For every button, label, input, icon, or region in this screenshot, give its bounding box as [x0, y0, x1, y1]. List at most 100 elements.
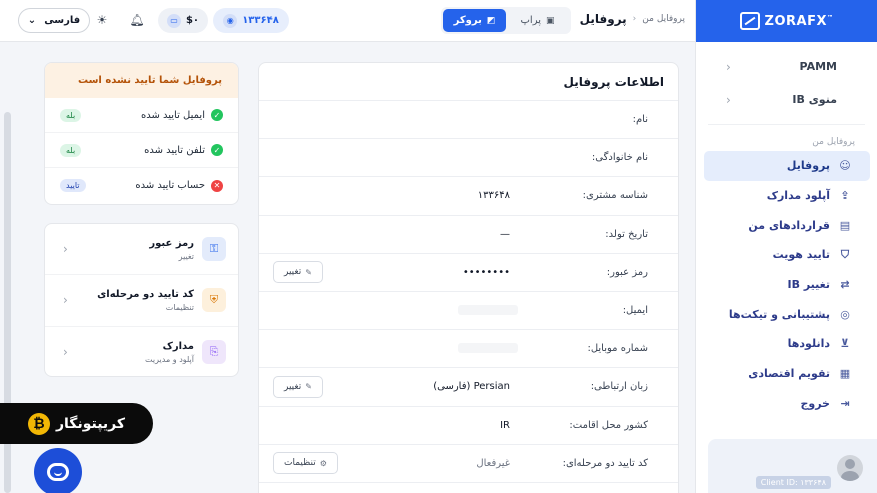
field-label: شناسه مشتری: [582, 190, 648, 202]
account-id-pill[interactable]: ◉ ۱۳۳۶۴۸ [213, 8, 289, 33]
shield-icon: ⛨ [202, 288, 226, 313]
sidebar-item-label: تایید هویت [772, 248, 830, 262]
chat-launcher-button[interactable] [34, 448, 82, 493]
field-label: نام خانوادگی: [591, 152, 648, 164]
file-upload-icon: ⇪ [840, 189, 850, 203]
sidebar-item-label: تقویم اقتصادی [748, 367, 830, 381]
chat-bubble-icon [47, 463, 69, 481]
profile-row-email: ایمیل: [259, 292, 678, 331]
verification-label: ایمیل تایید شده [140, 109, 205, 121]
field-value: غیرفعال [476, 457, 510, 469]
field-label: نام: [632, 114, 648, 126]
verification-label: حساب تایید شده [135, 180, 205, 191]
sidebar-item-label: دانلودها [787, 337, 830, 351]
chevron-left-icon: ‹ [726, 92, 731, 107]
verification-label: تلفن تایید شده [144, 144, 205, 156]
user-circle-icon: ☺ [839, 159, 851, 173]
sidebar-item-upload-documents[interactable]: ⇪ آپلود مدارک [704, 181, 870, 211]
sidebar: ZORAFX™ PAMM ‹ منوی IB ‹ پروفایل من ☺ پر… [695, 0, 877, 493]
profile-row-last-name: نام خانوادگی: [259, 139, 678, 178]
camera-icon: ▣ [546, 15, 555, 26]
field-value: Persian (فارسی) [433, 381, 510, 393]
field-label: تاریخ تولد: [605, 228, 648, 240]
sidebar-item-label: پروفایل [786, 159, 830, 173]
sidebar-item-support-tickets[interactable]: ◎ پشتیبانی و تیکت‌ها [704, 299, 870, 329]
sidebar-item-change-ib[interactable]: ⇄ تغییر IB [704, 270, 870, 300]
breadcrumb-separator-icon: ‹ [632, 14, 637, 24]
two-factor-settings-button[interactable]: ⚙ تنظیمات [273, 452, 338, 475]
edit-icon: ✎ [305, 267, 312, 277]
verification-row-email: ✓ ایمیل تایید شده بله [45, 98, 238, 133]
link-title: مدارک [162, 340, 194, 352]
field-label: کد تایید دو مرحله‌ای: [562, 457, 648, 469]
profile-row-customer-id: شناسه مشتری: ۱۳۳۶۴۸ [259, 177, 678, 216]
x-circle-icon: ✕ [211, 179, 223, 192]
sidebar-item-profile[interactable]: ☺ پروفایل [704, 151, 870, 181]
security-link-two-factor[interactable]: ⛨ کد تایید دو مرحله‌ای تنظیمات ‹ [45, 275, 238, 327]
status-badge: بله [60, 143, 82, 157]
download-icon: ⊻ [840, 337, 850, 351]
support-icon: ◎ [840, 307, 850, 321]
sidebar-item-identity-verification[interactable]: ⛉ تایید هویت [704, 240, 870, 270]
cryptonegar-floating-badge[interactable]: کریپتونگار ₿ [0, 403, 153, 444]
sidebar-header: ZORAFX™ [696, 0, 877, 42]
chevron-left-icon: ‹ [63, 293, 68, 308]
link-subtitle: تنظیمات [165, 302, 194, 312]
breadcrumb-parent[interactable]: پروفایل من [642, 14, 685, 24]
chart-card-icon: ◩ [486, 15, 496, 26]
field-label: ایمیل: [622, 305, 648, 317]
status-badge: بله [60, 108, 82, 122]
profile-row-mobile: شماره موبایل: [259, 330, 678, 369]
field-label: کشور محل اقامت: [569, 419, 648, 431]
chevron-left-icon: ‹ [726, 59, 731, 74]
swap-icon: ⇄ [840, 278, 850, 292]
language-select[interactable]: فارسی ⌄ [18, 8, 90, 33]
check-circle-icon: ✓ [211, 144, 223, 156]
sidebar-item-label: آپلود مدارک [766, 189, 830, 203]
gear-icon: ⚙ [319, 458, 327, 468]
sidebar-item-label: قراردادهای من [748, 218, 830, 232]
change-password-button[interactable]: ✎ تغییر [273, 261, 323, 284]
link-subtitle: تغییر [178, 251, 194, 261]
link-title: رمز عبور [149, 237, 194, 249]
logout-icon: ⇥ [840, 396, 850, 410]
user-panel[interactable]: Client ID: ۱۳۳۶۴۸ [708, 439, 877, 493]
security-link-password[interactable]: ⚿ رمز عبور تغییر ‹ [45, 224, 238, 276]
sidebar-item-downloads[interactable]: ⊻ دانلودها [704, 329, 870, 359]
profile-info-card: اطلاعات پروفایل نام: نام خانوادگی: شناسه… [258, 62, 679, 493]
chevron-left-icon: ‹ [63, 242, 68, 257]
change-language-button[interactable]: ✎ تغییر [273, 375, 323, 398]
avatar[interactable] [837, 455, 863, 481]
wallet-icon: ▭ [166, 13, 181, 28]
sidebar-group-label: PAMM [799, 60, 837, 73]
verification-row-account: ✕ حساب تایید شده تایید [45, 168, 238, 203]
shield-check-icon: ⛉ [840, 247, 850, 261]
balance-value: $۰ [185, 15, 200, 26]
sidebar-item-label: خروج [800, 396, 830, 410]
sidebar-group-ib-menu[interactable]: منوی IB ‹ [696, 83, 877, 116]
bitcoin-logo-icon: ₿ [27, 412, 50, 435]
balance-pill[interactable]: ▭ $۰ [158, 8, 208, 33]
bell-icon[interactable]: 🔔︎ [128, 11, 146, 29]
verify-account-button[interactable]: تایید [60, 179, 86, 192]
redacted-value [458, 343, 518, 354]
link-title: کد تایید دو مرحله‌ای [97, 288, 194, 300]
verification-status-card: پروفایل شما تایید نشده است ✓ ایمیل تایید… [44, 62, 239, 205]
sidebar-item-my-contracts[interactable]: ▤ قراردادهای من [704, 210, 870, 240]
field-value: •••••••• [462, 266, 510, 278]
prop-toggle-option[interactable]: ▣ پراپ [506, 9, 569, 32]
field-value: IR [500, 419, 510, 431]
security-link-documents[interactable]: ⎘ مدارک آپلود و مدیریت ‹ [45, 327, 238, 376]
sidebar-group-pamm[interactable]: PAMM ‹ [696, 50, 877, 83]
account-type-toggle: ▣ پراپ ◩ بروکر [441, 7, 571, 34]
sidebar-item-logout[interactable]: ⇥ خروج [704, 389, 870, 419]
key-icon: ⚿ [202, 237, 226, 262]
profile-row-two-factor: کد تایید دو مرحله‌ای: غیرفعال ⚙ تنظیمات [259, 445, 678, 483]
chevron-left-icon: ‹ [63, 345, 68, 360]
sidebar-section-label: پروفایل من [812, 137, 855, 147]
sidebar-item-economic-calendar[interactable]: ▦ تقویم اقتصادی [704, 359, 870, 389]
sun-icon[interactable]: ☀ [93, 11, 111, 29]
breadcrumb: پروفایل من ‹ پروفایل [580, 12, 685, 26]
sidebar-item-label: تغییر IB [787, 278, 830, 292]
broker-toggle-option[interactable]: ◩ بروکر [443, 9, 506, 32]
